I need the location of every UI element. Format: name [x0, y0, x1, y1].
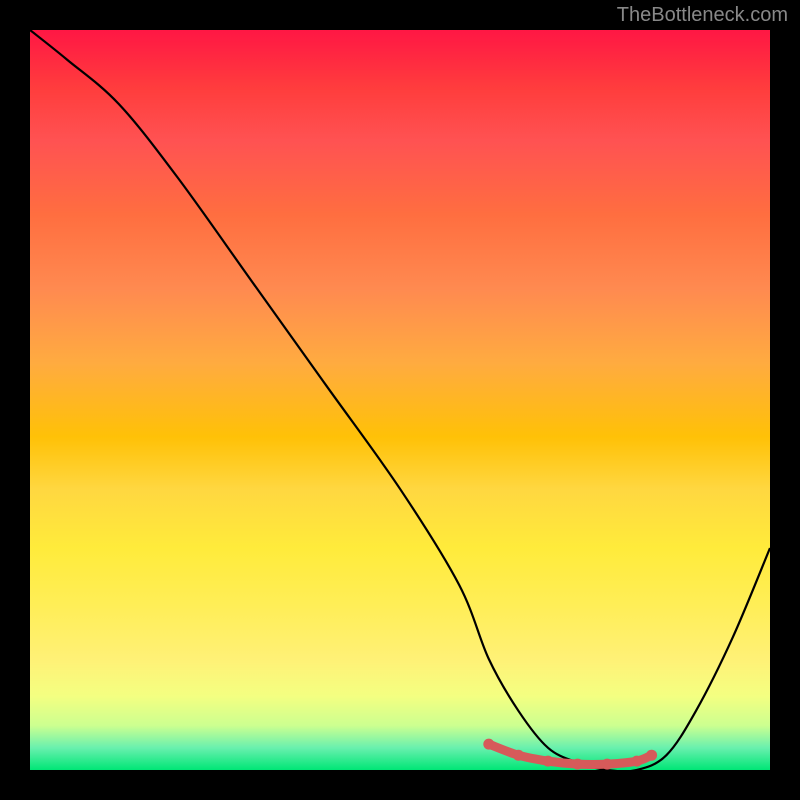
attribution-text: TheBottleneck.com	[617, 4, 788, 27]
optimal-point	[483, 739, 494, 750]
optimal-point	[646, 750, 657, 761]
optimal-point	[572, 759, 583, 770]
optimal-point	[513, 750, 524, 761]
chart-svg	[30, 30, 770, 770]
bottleneck-curve	[30, 30, 770, 770]
plot-area	[30, 30, 770, 770]
optimal-point	[631, 756, 642, 767]
optimal-point	[543, 756, 554, 767]
optimal-point	[602, 759, 613, 770]
